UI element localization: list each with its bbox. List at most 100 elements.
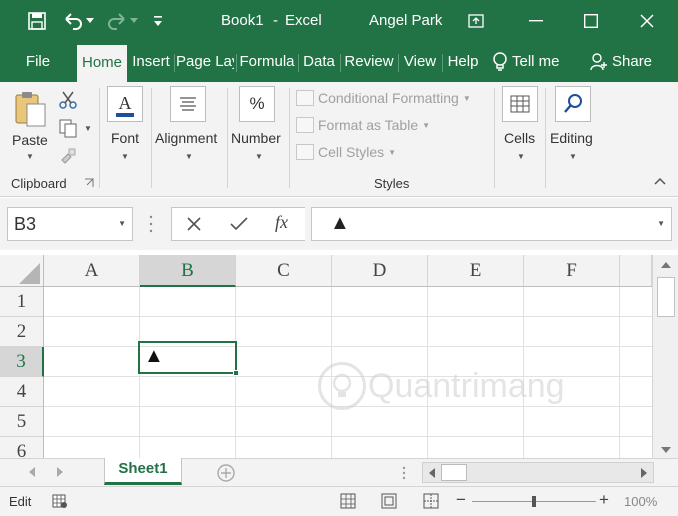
redo-dropdown-icon[interactable] xyxy=(128,10,140,32)
alignment-dropdown-icon[interactable]: ▼ xyxy=(185,152,193,161)
tab-data[interactable]: Data xyxy=(300,42,338,82)
cell-styles-button[interactable]: Cell Styles ▼ xyxy=(296,144,396,160)
row-header-6[interactable]: 6 xyxy=(0,437,44,458)
number-label[interactable]: Number xyxy=(231,130,281,146)
cells-dropdown-icon[interactable]: ▼ xyxy=(517,152,525,161)
row-header-5[interactable]: 5 xyxy=(0,407,44,437)
status-bar: Edit − + 100% xyxy=(0,486,678,516)
column-header-f[interactable]: F xyxy=(524,255,620,287)
tab-formulas[interactable]: Formula xyxy=(238,42,296,82)
tab-help[interactable]: Help xyxy=(444,42,482,82)
percent-icon[interactable]: % xyxy=(239,86,275,122)
dialog-launcher-icon[interactable] xyxy=(84,178,94,188)
font-label[interactable]: Font xyxy=(111,130,139,146)
search-icon[interactable] xyxy=(555,86,591,122)
insert-function-icon[interactable]: fx xyxy=(275,212,288,233)
new-sheet-icon[interactable] xyxy=(216,463,236,483)
row-header-2[interactable]: 2 xyxy=(0,317,44,347)
zoom-out-icon[interactable]: − xyxy=(456,490,466,510)
row-header-4[interactable]: 4 xyxy=(0,377,44,407)
collapse-ribbon-icon[interactable] xyxy=(654,177,666,187)
zoom-slider-thumb[interactable] xyxy=(532,496,536,507)
format-as-table-button[interactable]: Format as Table ▼ xyxy=(296,117,430,133)
formula-bar-grip[interactable] xyxy=(149,214,153,234)
normal-view-icon[interactable] xyxy=(340,493,356,509)
font-dropdown-icon[interactable]: ▼ xyxy=(121,152,129,161)
book-title: Book1 xyxy=(221,12,264,29)
macro-recording-icon[interactable] xyxy=(52,493,68,509)
tab-home[interactable]: Home xyxy=(77,45,127,82)
cells-label[interactable]: Cells xyxy=(504,130,535,146)
name-box[interactable]: B3 ▼ xyxy=(7,207,133,241)
vertical-scroll-thumb[interactable] xyxy=(657,277,675,317)
ribbon-display-options-icon[interactable] xyxy=(465,10,487,32)
tab-view[interactable]: View xyxy=(400,42,440,82)
minimize-icon[interactable] xyxy=(525,10,547,32)
share-button[interactable]: Share xyxy=(590,42,660,82)
paste-label[interactable]: Paste xyxy=(12,132,48,148)
column-header-e[interactable]: E xyxy=(428,255,524,287)
save-icon[interactable] xyxy=(26,10,48,32)
column-header-a[interactable]: A xyxy=(44,255,140,287)
cancel-icon[interactable] xyxy=(186,216,202,232)
column-header-d[interactable]: D xyxy=(332,255,428,287)
tab-review[interactable]: Review xyxy=(342,42,396,82)
sheet-tab-sheet1[interactable]: Sheet1 xyxy=(104,458,182,485)
select-all-button[interactable] xyxy=(0,255,44,287)
editing-dropdown-icon[interactable]: ▼ xyxy=(569,152,577,161)
vertical-scrollbar[interactable] xyxy=(652,255,678,458)
number-dropdown-icon[interactable]: ▼ xyxy=(255,152,263,161)
tell-me-box[interactable]: Tell me xyxy=(492,42,572,82)
name-box-dropdown-icon[interactable]: ▼ xyxy=(118,219,126,228)
tab-file[interactable]: File xyxy=(14,42,62,82)
enter-check-icon[interactable] xyxy=(230,216,248,232)
font-icon[interactable]: A xyxy=(107,86,143,122)
conditional-formatting-button[interactable]: Conditional Formatting ▼ xyxy=(296,90,471,106)
customize-qat-icon[interactable] xyxy=(150,10,166,32)
copy-dropdown-icon[interactable]: ▼ xyxy=(84,124,92,133)
cut-icon[interactable] xyxy=(58,90,78,110)
tab-insert[interactable]: Insert xyxy=(130,42,172,82)
previous-sheet-icon[interactable] xyxy=(28,467,36,477)
scroll-left-icon[interactable] xyxy=(428,468,435,478)
column-header-partial[interactable] xyxy=(620,255,652,287)
undo-icon[interactable] xyxy=(62,10,84,32)
redo-icon[interactable] xyxy=(106,10,128,32)
user-name[interactable]: Angel Park xyxy=(369,12,442,29)
cell-styles-label: Cell Styles xyxy=(318,144,385,160)
tab-divider xyxy=(236,54,237,72)
page-break-preview-icon[interactable] xyxy=(423,493,439,509)
format-painter-icon[interactable] xyxy=(58,146,78,166)
undo-dropdown-icon[interactable] xyxy=(84,10,96,32)
horizontal-scrollbar[interactable] xyxy=(422,462,654,483)
copy-icon[interactable] xyxy=(58,118,78,138)
cells-icon[interactable] xyxy=(502,86,538,122)
active-cell[interactable]: ▲ xyxy=(138,341,239,376)
title-bar: Book1 - Excel Angel Park xyxy=(0,0,678,42)
row-header-1[interactable]: 1 xyxy=(0,287,44,317)
zoom-in-icon[interactable]: + xyxy=(599,490,609,510)
editing-label[interactable]: Editing xyxy=(550,130,593,146)
paste-icon[interactable] xyxy=(12,90,48,128)
close-icon[interactable] xyxy=(636,10,658,32)
expand-formula-bar-icon[interactable]: ▼ xyxy=(657,219,665,228)
alignment-label[interactable]: Alignment xyxy=(155,130,217,146)
scroll-right-icon[interactable] xyxy=(641,468,648,478)
fill-handle[interactable] xyxy=(233,370,239,376)
tab-split-grip[interactable] xyxy=(402,466,406,480)
formula-input[interactable]: ▲ ▼ xyxy=(311,207,672,241)
scroll-up-icon[interactable] xyxy=(661,261,671,269)
alignment-icon[interactable] xyxy=(170,86,206,122)
ribbon-divider xyxy=(99,88,100,188)
next-sheet-icon[interactable] xyxy=(56,467,64,477)
horizontal-scroll-thumb[interactable] xyxy=(441,464,467,481)
column-header-b[interactable]: B xyxy=(140,255,236,287)
page-layout-view-icon[interactable] xyxy=(381,493,397,509)
maximize-icon[interactable] xyxy=(580,10,602,32)
zoom-level[interactable]: 100% xyxy=(624,494,657,509)
column-header-c[interactable]: C xyxy=(236,255,332,287)
row-header-3[interactable]: 3 xyxy=(0,347,44,377)
scroll-down-icon[interactable] xyxy=(661,447,671,455)
paste-dropdown-icon[interactable]: ▼ xyxy=(26,152,34,161)
tab-page-layout[interactable]: Page Lay xyxy=(176,42,234,82)
